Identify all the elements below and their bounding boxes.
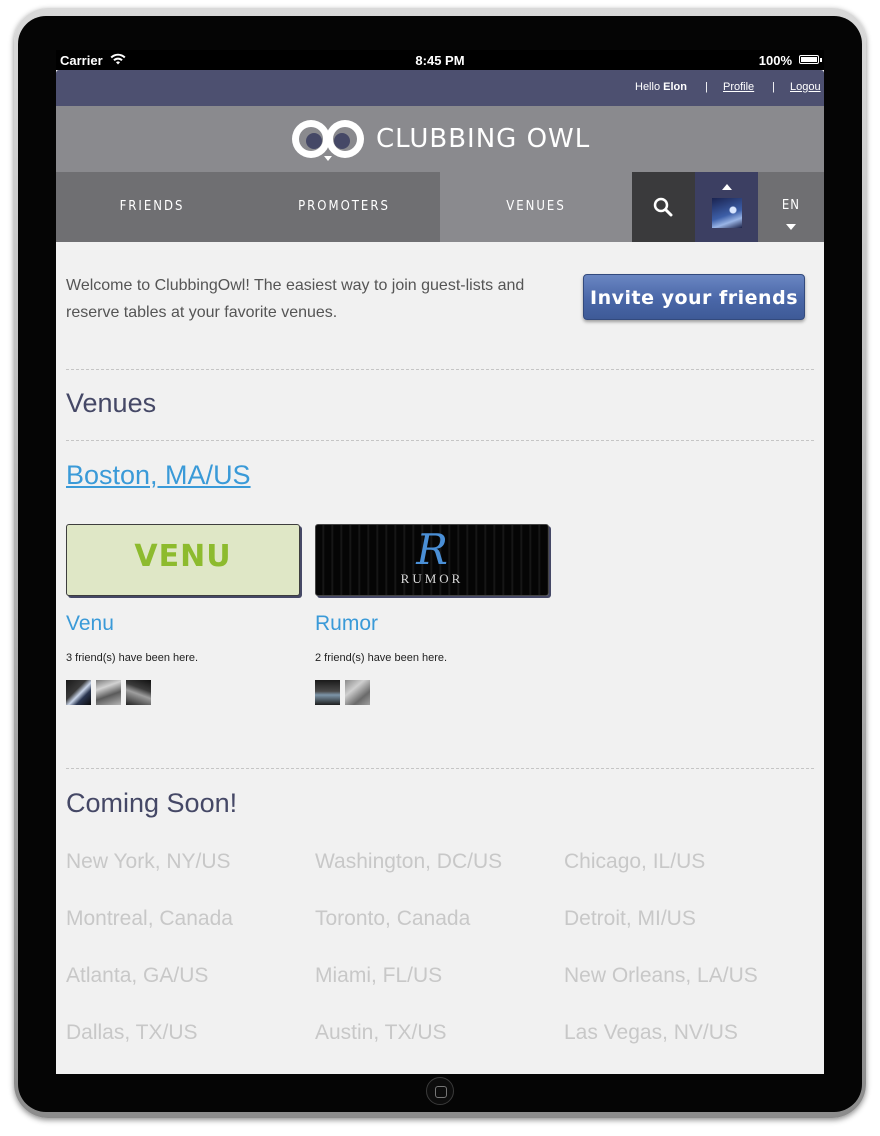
nav-venues[interactable]: VENUES: [440, 172, 632, 242]
profile-link[interactable]: Profile: [723, 81, 754, 93]
coming-soon-heading: Coming Soon!: [66, 788, 238, 818]
username: Elon: [663, 81, 687, 93]
owl-logo-icon[interactable]: [290, 116, 366, 162]
friend-avatar[interactable]: [345, 680, 370, 705]
invite-friends-button[interactable]: Invite your friends: [583, 274, 805, 320]
logo-bar: CLUBBING OWL: [56, 106, 824, 172]
main-nav: FRIENDS PROMOTERS VENUES EN: [56, 172, 824, 242]
screen: Carrier 8:45 PM 100% Hello Elon | Profil…: [56, 50, 824, 1074]
venue-name-link[interactable]: Venu: [66, 612, 114, 636]
user-bar: Hello Elon | Profile | Logou: [56, 70, 824, 106]
coming-city: Las Vegas, NV/US: [564, 1021, 738, 1044]
separator: |: [772, 81, 775, 93]
home-button[interactable]: [426, 1077, 454, 1105]
avatar: [712, 198, 742, 228]
language-label: EN: [781, 198, 801, 213]
divider: [66, 440, 814, 441]
friend-avatars: [66, 680, 156, 705]
battery-percent: 100%: [758, 53, 792, 68]
separator: |: [705, 81, 708, 93]
greeting-prefix: Hello: [635, 81, 664, 93]
rumor-logo-text: RUMOR: [400, 571, 464, 586]
caret-up-icon: [722, 184, 732, 190]
brand-name: CLUBBING OWL: [376, 124, 591, 154]
city-link-boston[interactable]: Boston, MA/US: [66, 460, 251, 491]
coming-city: New York, NY/US: [66, 850, 231, 873]
clock: 8:45 PM: [415, 53, 465, 68]
status-bar: Carrier 8:45 PM 100%: [56, 50, 824, 70]
profile-menu-button[interactable]: [695, 172, 758, 242]
friend-avatars: [315, 680, 375, 705]
welcome-text: Welcome to ClubbingOwl! The easiest way …: [66, 277, 525, 321]
venue-friends-count: 3 friend(s) have been here.: [66, 652, 199, 664]
venue-logo-venu[interactable]: VENU: [66, 524, 300, 596]
nav-promoters[interactable]: PROMOTERS: [248, 172, 440, 242]
nav-friends[interactable]: FRIENDS: [56, 172, 248, 242]
venue-name-link[interactable]: Rumor: [315, 612, 378, 636]
coming-city: Detroit, MI/US: [564, 907, 696, 930]
coming-city: Toronto, Canada: [315, 907, 471, 930]
venue-logo-rumor[interactable]: R RUMOR: [315, 524, 549, 596]
friend-avatar[interactable]: [315, 680, 340, 705]
coming-city: Montreal, Canada: [66, 907, 233, 930]
friend-avatar[interactable]: [96, 680, 121, 705]
coming-city: Austin, TX/US: [315, 1021, 447, 1044]
friend-avatar[interactable]: [66, 680, 91, 705]
coming-city: Washington, DC/US: [315, 850, 503, 873]
caret-down-icon: [786, 224, 796, 230]
coming-city: Miami, FL/US: [315, 964, 443, 987]
search-button[interactable]: [632, 172, 695, 242]
coming-city: New Orleans, LA/US: [564, 964, 758, 987]
battery-icon: [799, 55, 822, 64]
coming-city: Atlanta, GA/US: [66, 964, 209, 987]
logout-link[interactable]: Logou: [790, 81, 821, 93]
divider: [66, 369, 814, 370]
friend-avatar[interactable]: [126, 680, 151, 705]
search-icon: [653, 197, 673, 217]
coming-city: Chicago, IL/US: [564, 850, 706, 873]
rumor-logo-initial: R: [416, 525, 448, 574]
language-selector[interactable]: EN: [758, 172, 824, 242]
coming-city: Dallas, TX/US: [66, 1021, 198, 1044]
greeting: Hello Elon: [635, 81, 687, 93]
venues-heading: Venues: [66, 388, 157, 418]
venu-logo-text: VENU: [134, 539, 232, 574]
divider: [66, 768, 814, 769]
venue-friends-count: 2 friend(s) have been here.: [315, 652, 448, 664]
